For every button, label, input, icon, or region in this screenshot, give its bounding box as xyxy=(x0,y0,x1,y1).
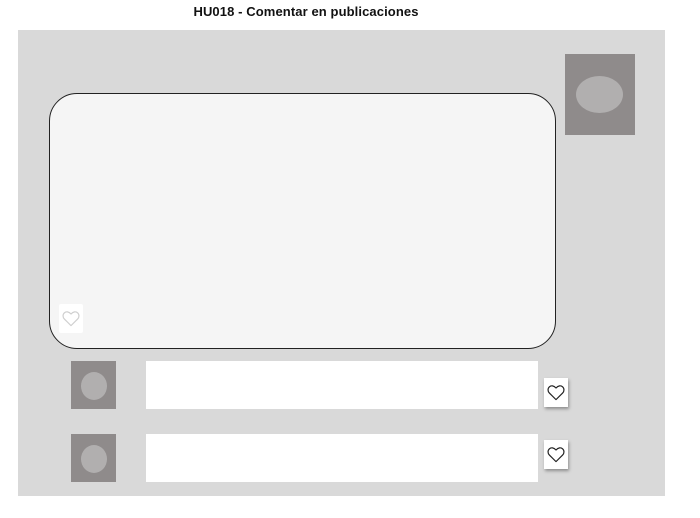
heart-outline-icon xyxy=(547,385,565,401)
heart-outline-icon xyxy=(62,311,80,327)
feed-frame xyxy=(18,30,665,496)
avatar-placeholder-icon xyxy=(81,372,107,400)
post-card[interactable] xyxy=(49,93,556,349)
post-like-button[interactable] xyxy=(59,304,83,333)
page-title: HU018 - Comentar en publicaciones xyxy=(193,4,419,19)
avatar-placeholder-icon xyxy=(576,76,623,113)
comment-avatar xyxy=(71,434,116,482)
avatar-placeholder-icon xyxy=(81,445,107,473)
user-avatar[interactable] xyxy=(565,54,635,135)
comment-avatar xyxy=(71,361,116,409)
heart-outline-icon xyxy=(547,447,565,463)
comment-like-button[interactable] xyxy=(544,378,568,407)
comment-input[interactable] xyxy=(146,361,538,409)
comment-like-button[interactable] xyxy=(544,440,568,469)
comment-input[interactable] xyxy=(146,434,538,482)
